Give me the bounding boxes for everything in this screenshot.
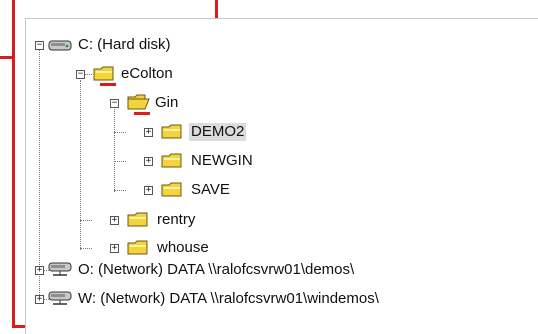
expand-toggle[interactable]: + bbox=[110, 244, 119, 253]
network-drive-icon bbox=[48, 262, 72, 276]
tree-label-o-drive[interactable]: O: (Network) DATA \\ralofcsvrw01\demos\ bbox=[78, 261, 354, 279]
folder-icon bbox=[161, 182, 182, 197]
annotation-underline bbox=[134, 112, 150, 115]
tree-label-w-drive[interactable]: W: (Network) DATA \\ralofcsvrw01\windemo… bbox=[78, 290, 379, 308]
screenshot-stage: − C: (Hard disk) − eColton − Gin + DEMO2… bbox=[0, 0, 538, 334]
tree-connector bbox=[80, 220, 92, 221]
expand-toggle[interactable]: + bbox=[144, 186, 153, 195]
folder-icon bbox=[127, 240, 148, 255]
tree-connector bbox=[80, 248, 92, 249]
folder-icon bbox=[161, 153, 182, 168]
tree-connector bbox=[39, 49, 40, 301]
expand-toggle[interactable]: + bbox=[144, 157, 153, 166]
expand-toggle[interactable]: + bbox=[35, 266, 44, 275]
tree-label-c-drive[interactable]: C: (Hard disk) bbox=[78, 36, 171, 54]
tree-label-save[interactable]: SAVE bbox=[191, 181, 230, 199]
annotation-underline bbox=[100, 83, 116, 86]
tree-label-demo2[interactable]: DEMO2 bbox=[189, 123, 247, 141]
tree-connector bbox=[114, 132, 126, 133]
folder-tree-panel[interactable]: − C: (Hard disk) − eColton − Gin + DEMO2… bbox=[25, 18, 538, 334]
expand-toggle[interactable]: + bbox=[110, 216, 119, 225]
folder-open-icon bbox=[127, 94, 150, 110]
tree-label-rentry[interactable]: rentry bbox=[157, 211, 195, 229]
expand-toggle[interactable]: + bbox=[35, 295, 44, 304]
network-drive-icon bbox=[48, 291, 72, 305]
tree-label-ecolton[interactable]: eColton bbox=[121, 65, 173, 83]
tree-connector bbox=[114, 161, 126, 162]
tree-connector bbox=[114, 190, 126, 191]
folder-icon bbox=[93, 66, 114, 81]
collapse-toggle[interactable]: − bbox=[76, 70, 85, 79]
tree-label-gin[interactable]: Gin bbox=[155, 94, 178, 112]
annotation-pointer bbox=[0, 56, 15, 59]
hard-disk-icon bbox=[48, 40, 72, 51]
folder-icon bbox=[161, 124, 182, 139]
tree-label-whouse[interactable]: whouse bbox=[157, 239, 209, 257]
tree-connector bbox=[80, 80, 81, 250]
folder-icon bbox=[127, 212, 148, 227]
tree-label-newgin[interactable]: NEWGIN bbox=[191, 152, 253, 170]
collapse-toggle[interactable]: − bbox=[35, 41, 44, 50]
expand-toggle[interactable]: + bbox=[144, 128, 153, 137]
collapse-toggle[interactable]: − bbox=[110, 99, 119, 108]
tree-connector bbox=[114, 109, 115, 192]
